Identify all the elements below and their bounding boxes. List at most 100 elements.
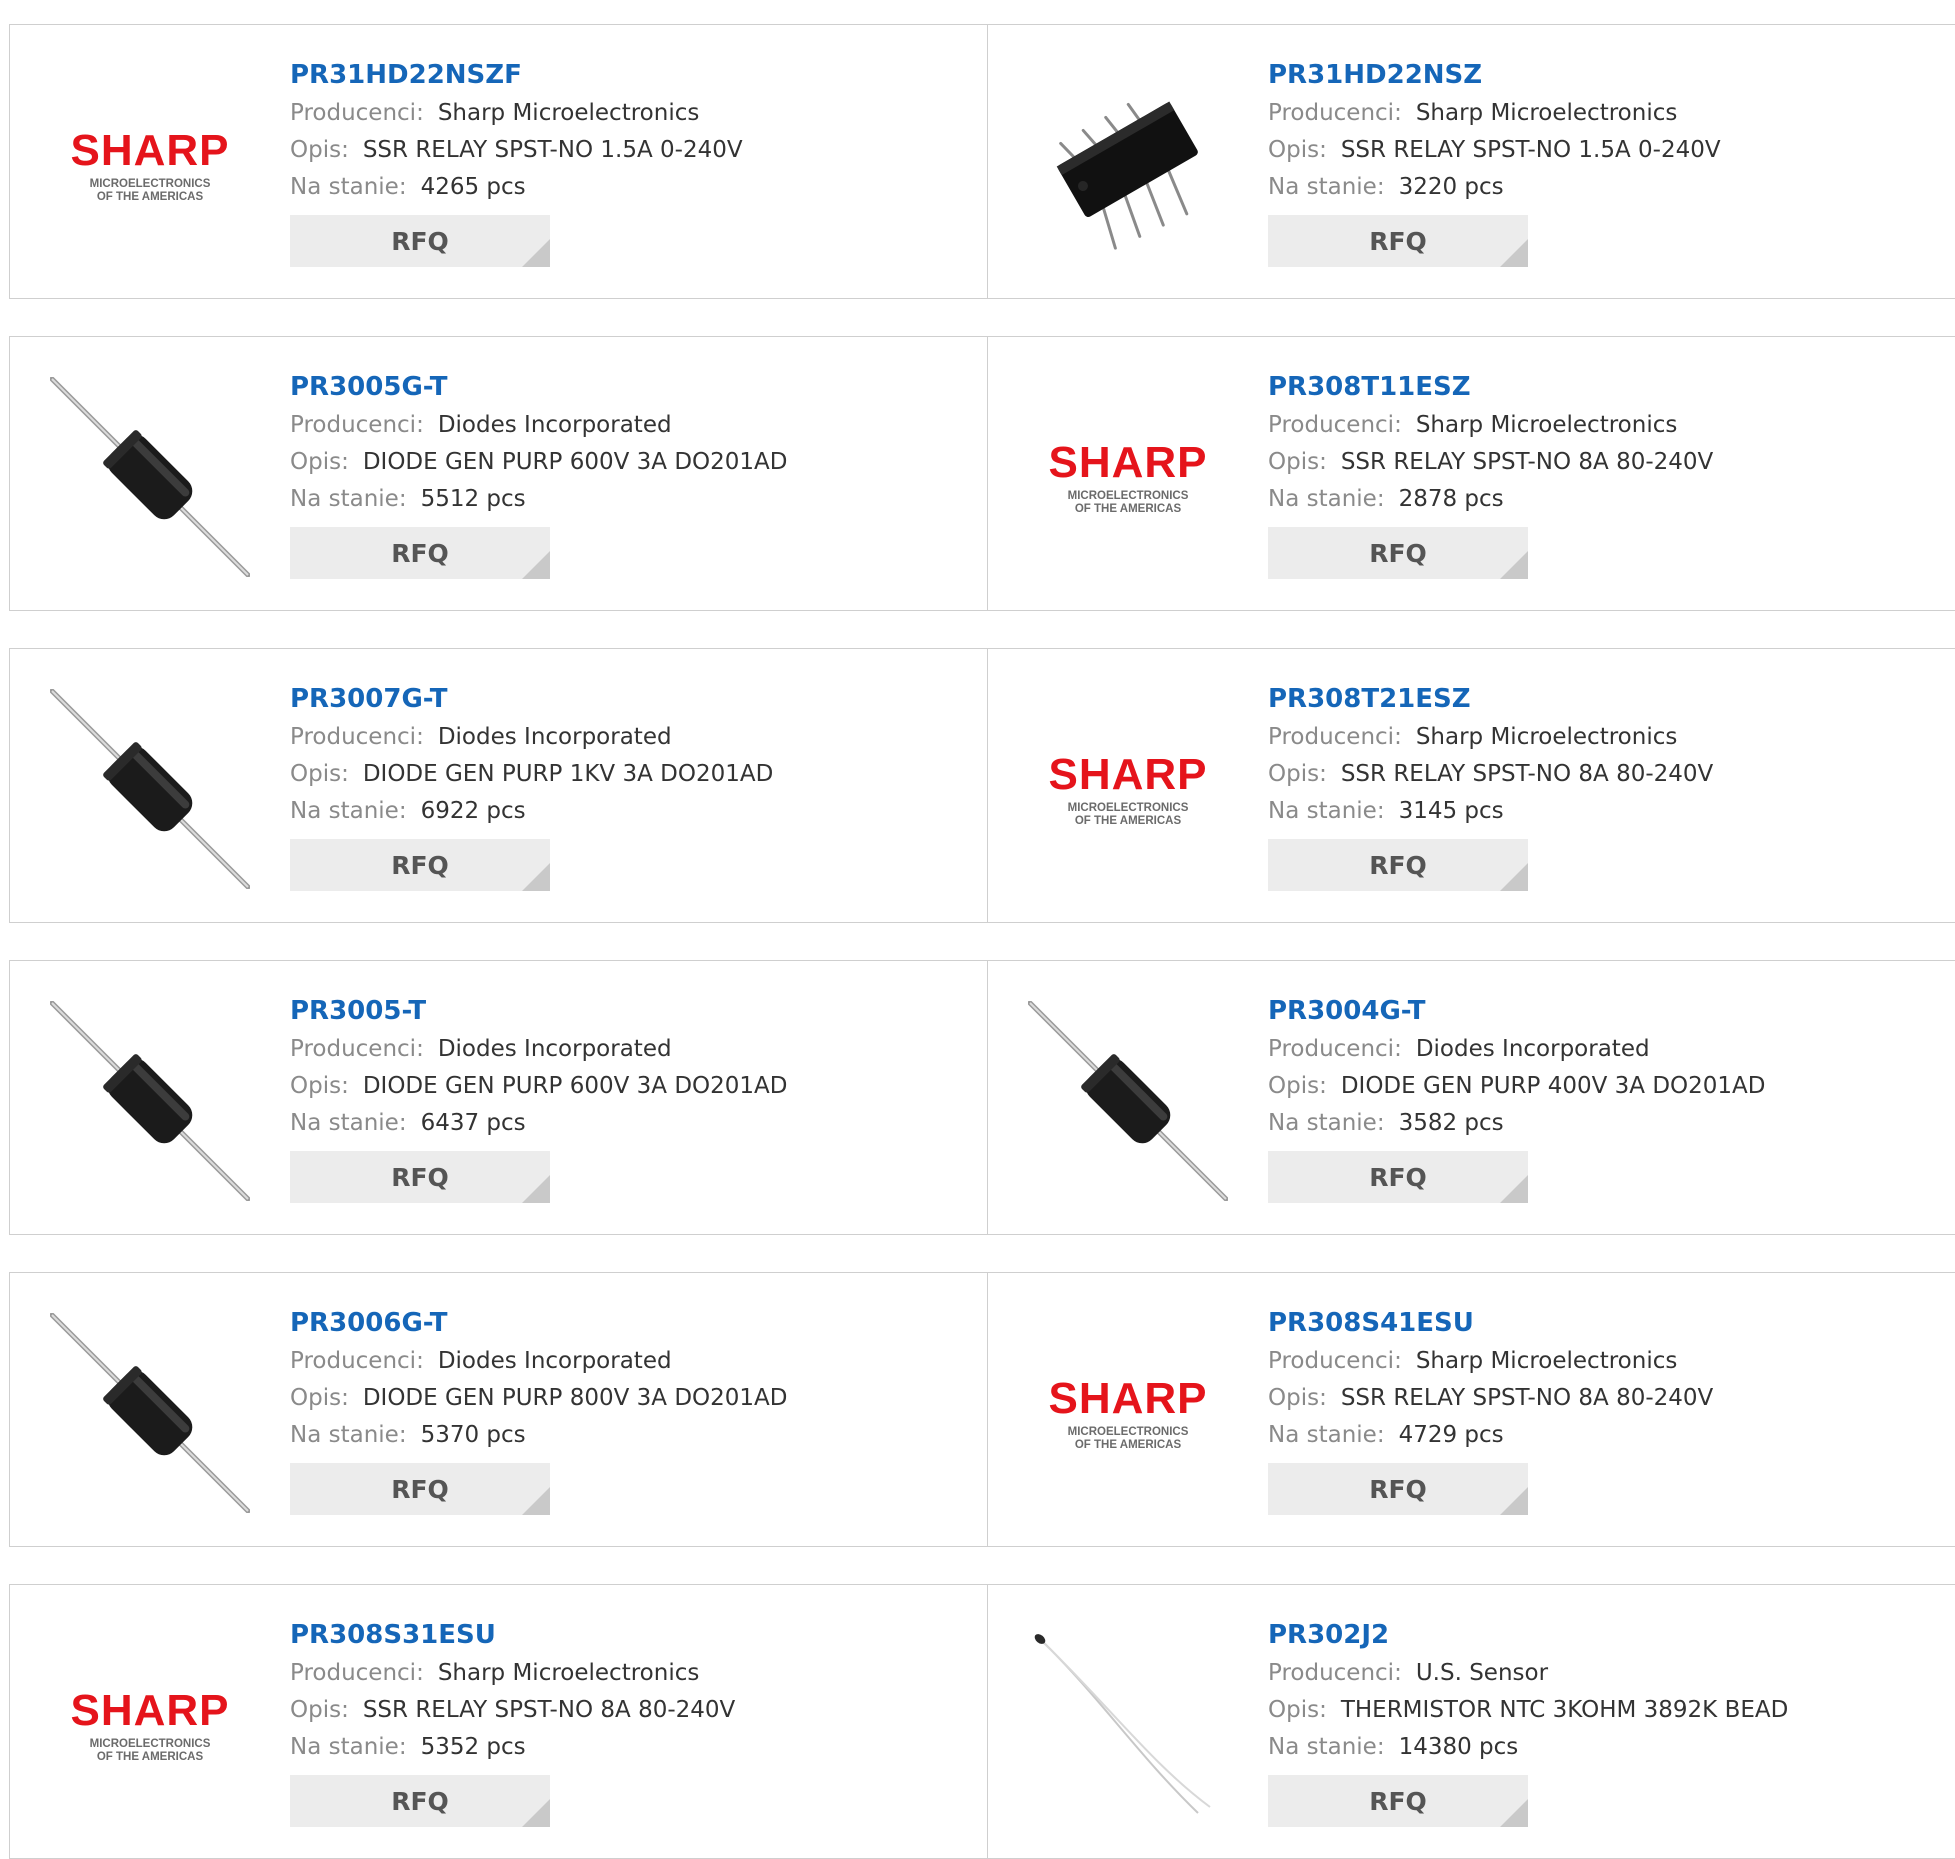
rfq-button-label: RFQ	[1369, 1162, 1427, 1192]
axial-diode-image	[50, 1001, 250, 1201]
stock-value: 5352 pcs	[420, 1734, 526, 1760]
stock-value: 4729 pcs	[1398, 1422, 1504, 1448]
part-number-link[interactable]: PR308T11ESZ	[1268, 367, 1955, 407]
rfq-button[interactable]: RFQ	[290, 1463, 550, 1515]
product-image[interactable]	[50, 1001, 250, 1201]
part-number-link[interactable]: PR302J2	[1268, 1615, 1955, 1655]
product-image[interactable]	[50, 1313, 250, 1513]
product-image[interactable]: SHARP MICROELECTRONICS OF THE AMERICAS	[1028, 1313, 1228, 1513]
part-number-link[interactable]: PR3005G-T	[290, 367, 967, 407]
stock-value: 6437 pcs	[420, 1110, 526, 1136]
rfq-button[interactable]: RFQ	[1268, 527, 1528, 579]
part-number-link[interactable]: PR3005-T	[290, 991, 967, 1031]
description-row: Opis: DIODE GEN PURP 400V 3A DO201AD	[1268, 1068, 1955, 1105]
rfq-button[interactable]: RFQ	[290, 215, 550, 267]
stock-label: Na stanie:	[1268, 1422, 1385, 1448]
rfq-button-label: RFQ	[1369, 850, 1427, 880]
product-card: PR3004G-T Producenci: Diodes Incorporated…	[987, 960, 1955, 1235]
part-number-link[interactable]: PR3004G-T	[1268, 991, 1955, 1031]
stock-value: 5370 pcs	[420, 1422, 526, 1448]
part-number-link[interactable]: PR3006G-T	[290, 1303, 967, 1343]
stock-value: 3145 pcs	[1398, 798, 1504, 824]
product-info: PR3007G-T Producenci: Diodes Incorporated…	[290, 679, 967, 891]
rfq-button[interactable]: RFQ	[1268, 1775, 1528, 1827]
manufacturer-value: Diodes Incorporated	[437, 724, 672, 750]
product-info: PR308S41ESU Producenci: Sharp Microelectr…	[1268, 1303, 1955, 1515]
rfq-button[interactable]: RFQ	[1268, 215, 1528, 267]
description-label: Opis:	[1268, 1697, 1327, 1723]
description-label: Opis:	[1268, 449, 1327, 475]
part-number-link[interactable]: PR31HD22NSZ	[1268, 55, 1955, 95]
rfq-button[interactable]: RFQ	[290, 1775, 550, 1827]
rfq-button[interactable]: RFQ	[290, 527, 550, 579]
stock-row: Na stanie: 5370 pcs	[290, 1417, 967, 1454]
stock-label: Na stanie:	[290, 1422, 407, 1448]
product-image[interactable]	[50, 377, 250, 577]
description-value: DIODE GEN PURP 1KV 3A DO201AD	[362, 761, 774, 787]
manufacturer-label: Producenci:	[290, 1036, 424, 1062]
product-image[interactable]	[1028, 1625, 1228, 1825]
product-card: SHARP MICROELECTRONICS OF THE AMERICAS P…	[9, 1584, 988, 1859]
part-number-link[interactable]: PR3007G-T	[290, 679, 967, 719]
product-image[interactable]	[1028, 65, 1228, 265]
sharp-logo-line2: OF THE AMERICAS	[1075, 1439, 1182, 1451]
stock-label: Na stanie:	[1268, 1734, 1385, 1760]
product-image[interactable]: SHARP MICROELECTRONICS OF THE AMERICAS	[1028, 377, 1228, 577]
corner-fold-icon	[1500, 1175, 1528, 1203]
rfq-button[interactable]: RFQ	[290, 1151, 550, 1203]
product-image[interactable]: SHARP MICROELECTRONICS OF THE AMERICAS	[50, 65, 250, 265]
rfq-button-label: RFQ	[1369, 538, 1427, 568]
description-value: DIODE GEN PURP 800V 3A DO201AD	[362, 1385, 788, 1411]
description-row: Opis: SSR RELAY SPST-NO 8A 80-240V	[290, 1692, 967, 1729]
product-card: PR3007G-T Producenci: Diodes Incorporated…	[9, 648, 988, 923]
manufacturer-row: Producenci: Sharp Microelectronics	[1268, 719, 1955, 756]
description-value: SSR RELAY SPST-NO 8A 80-240V	[1340, 1385, 1714, 1411]
product-image[interactable]: SHARP MICROELECTRONICS OF THE AMERICAS	[50, 1625, 250, 1825]
part-number-link[interactable]: PR308S31ESU	[290, 1615, 967, 1655]
stock-row: Na stanie: 4729 pcs	[1268, 1417, 1955, 1454]
stock-row: Na stanie: 2878 pcs	[1268, 481, 1955, 518]
sharp-logo-line1: MICROELECTRONICS	[90, 1738, 211, 1750]
stock-row: Na stanie: 3145 pcs	[1268, 793, 1955, 830]
description-label: Opis:	[290, 761, 349, 787]
stock-value: 3582 pcs	[1398, 1110, 1504, 1136]
axial-diode-image	[50, 377, 250, 577]
product-info: PR3005G-T Producenci: Diodes Incorporated…	[290, 367, 967, 579]
sharp-logo-line1: MICROELECTRONICS	[1068, 490, 1189, 502]
rfq-button-label: RFQ	[391, 1474, 449, 1504]
product-image[interactable]: SHARP MICROELECTRONICS OF THE AMERICAS	[1028, 689, 1228, 889]
rfq-button[interactable]: RFQ	[290, 839, 550, 891]
part-number-link[interactable]: PR308S41ESU	[1268, 1303, 1955, 1343]
rfq-button-label: RFQ	[391, 226, 449, 256]
manufacturer-row: Producenci: Sharp Microelectronics	[1268, 407, 1955, 444]
product-image[interactable]	[1028, 1001, 1228, 1201]
description-value: SSR RELAY SPST-NO 8A 80-240V	[1340, 761, 1714, 787]
product-card: PR3005G-T Producenci: Diodes Incorporated…	[9, 336, 988, 611]
manufacturer-label: Producenci:	[1268, 1660, 1402, 1686]
description-label: Opis:	[290, 1697, 349, 1723]
manufacturer-label: Producenci:	[1268, 724, 1402, 750]
product-card: PR3006G-T Producenci: Diodes Incorporated…	[9, 1272, 988, 1547]
part-number-link[interactable]: PR31HD22NSZF	[290, 55, 967, 95]
description-row: Opis: SSR RELAY SPST-NO 8A 80-240V	[1268, 756, 1955, 793]
stock-row: Na stanie: 3582 pcs	[1268, 1105, 1955, 1142]
sharp-logo-line2: OF THE AMERICAS	[1075, 815, 1182, 827]
sharp-logo-line2: OF THE AMERICAS	[97, 1751, 204, 1763]
product-image[interactable]	[50, 689, 250, 889]
product-card: SHARP MICROELECTRONICS OF THE AMERICAS P…	[9, 24, 988, 299]
manufacturer-row: Producenci: Sharp Microelectronics	[1268, 1343, 1955, 1380]
part-number-link[interactable]: PR308T21ESZ	[1268, 679, 1955, 719]
product-card: SHARP MICROELECTRONICS OF THE AMERICAS P…	[987, 1272, 1955, 1547]
sharp-logo-brand: SHARP	[1048, 438, 1207, 487]
rfq-button[interactable]: RFQ	[1268, 1463, 1528, 1515]
stock-value: 3220 pcs	[1398, 174, 1504, 200]
manufacturer-row: Producenci: Diodes Incorporated	[290, 719, 967, 756]
corner-fold-icon	[522, 1487, 550, 1515]
description-value: SSR RELAY SPST-NO 1.5A 0-240V	[1340, 137, 1721, 163]
rfq-button[interactable]: RFQ	[1268, 839, 1528, 891]
stock-label: Na stanie:	[1268, 798, 1385, 824]
stock-label: Na stanie:	[290, 486, 407, 512]
manufacturer-label: Producenci:	[290, 1348, 424, 1374]
description-label: Opis:	[1268, 1073, 1327, 1099]
rfq-button[interactable]: RFQ	[1268, 1151, 1528, 1203]
